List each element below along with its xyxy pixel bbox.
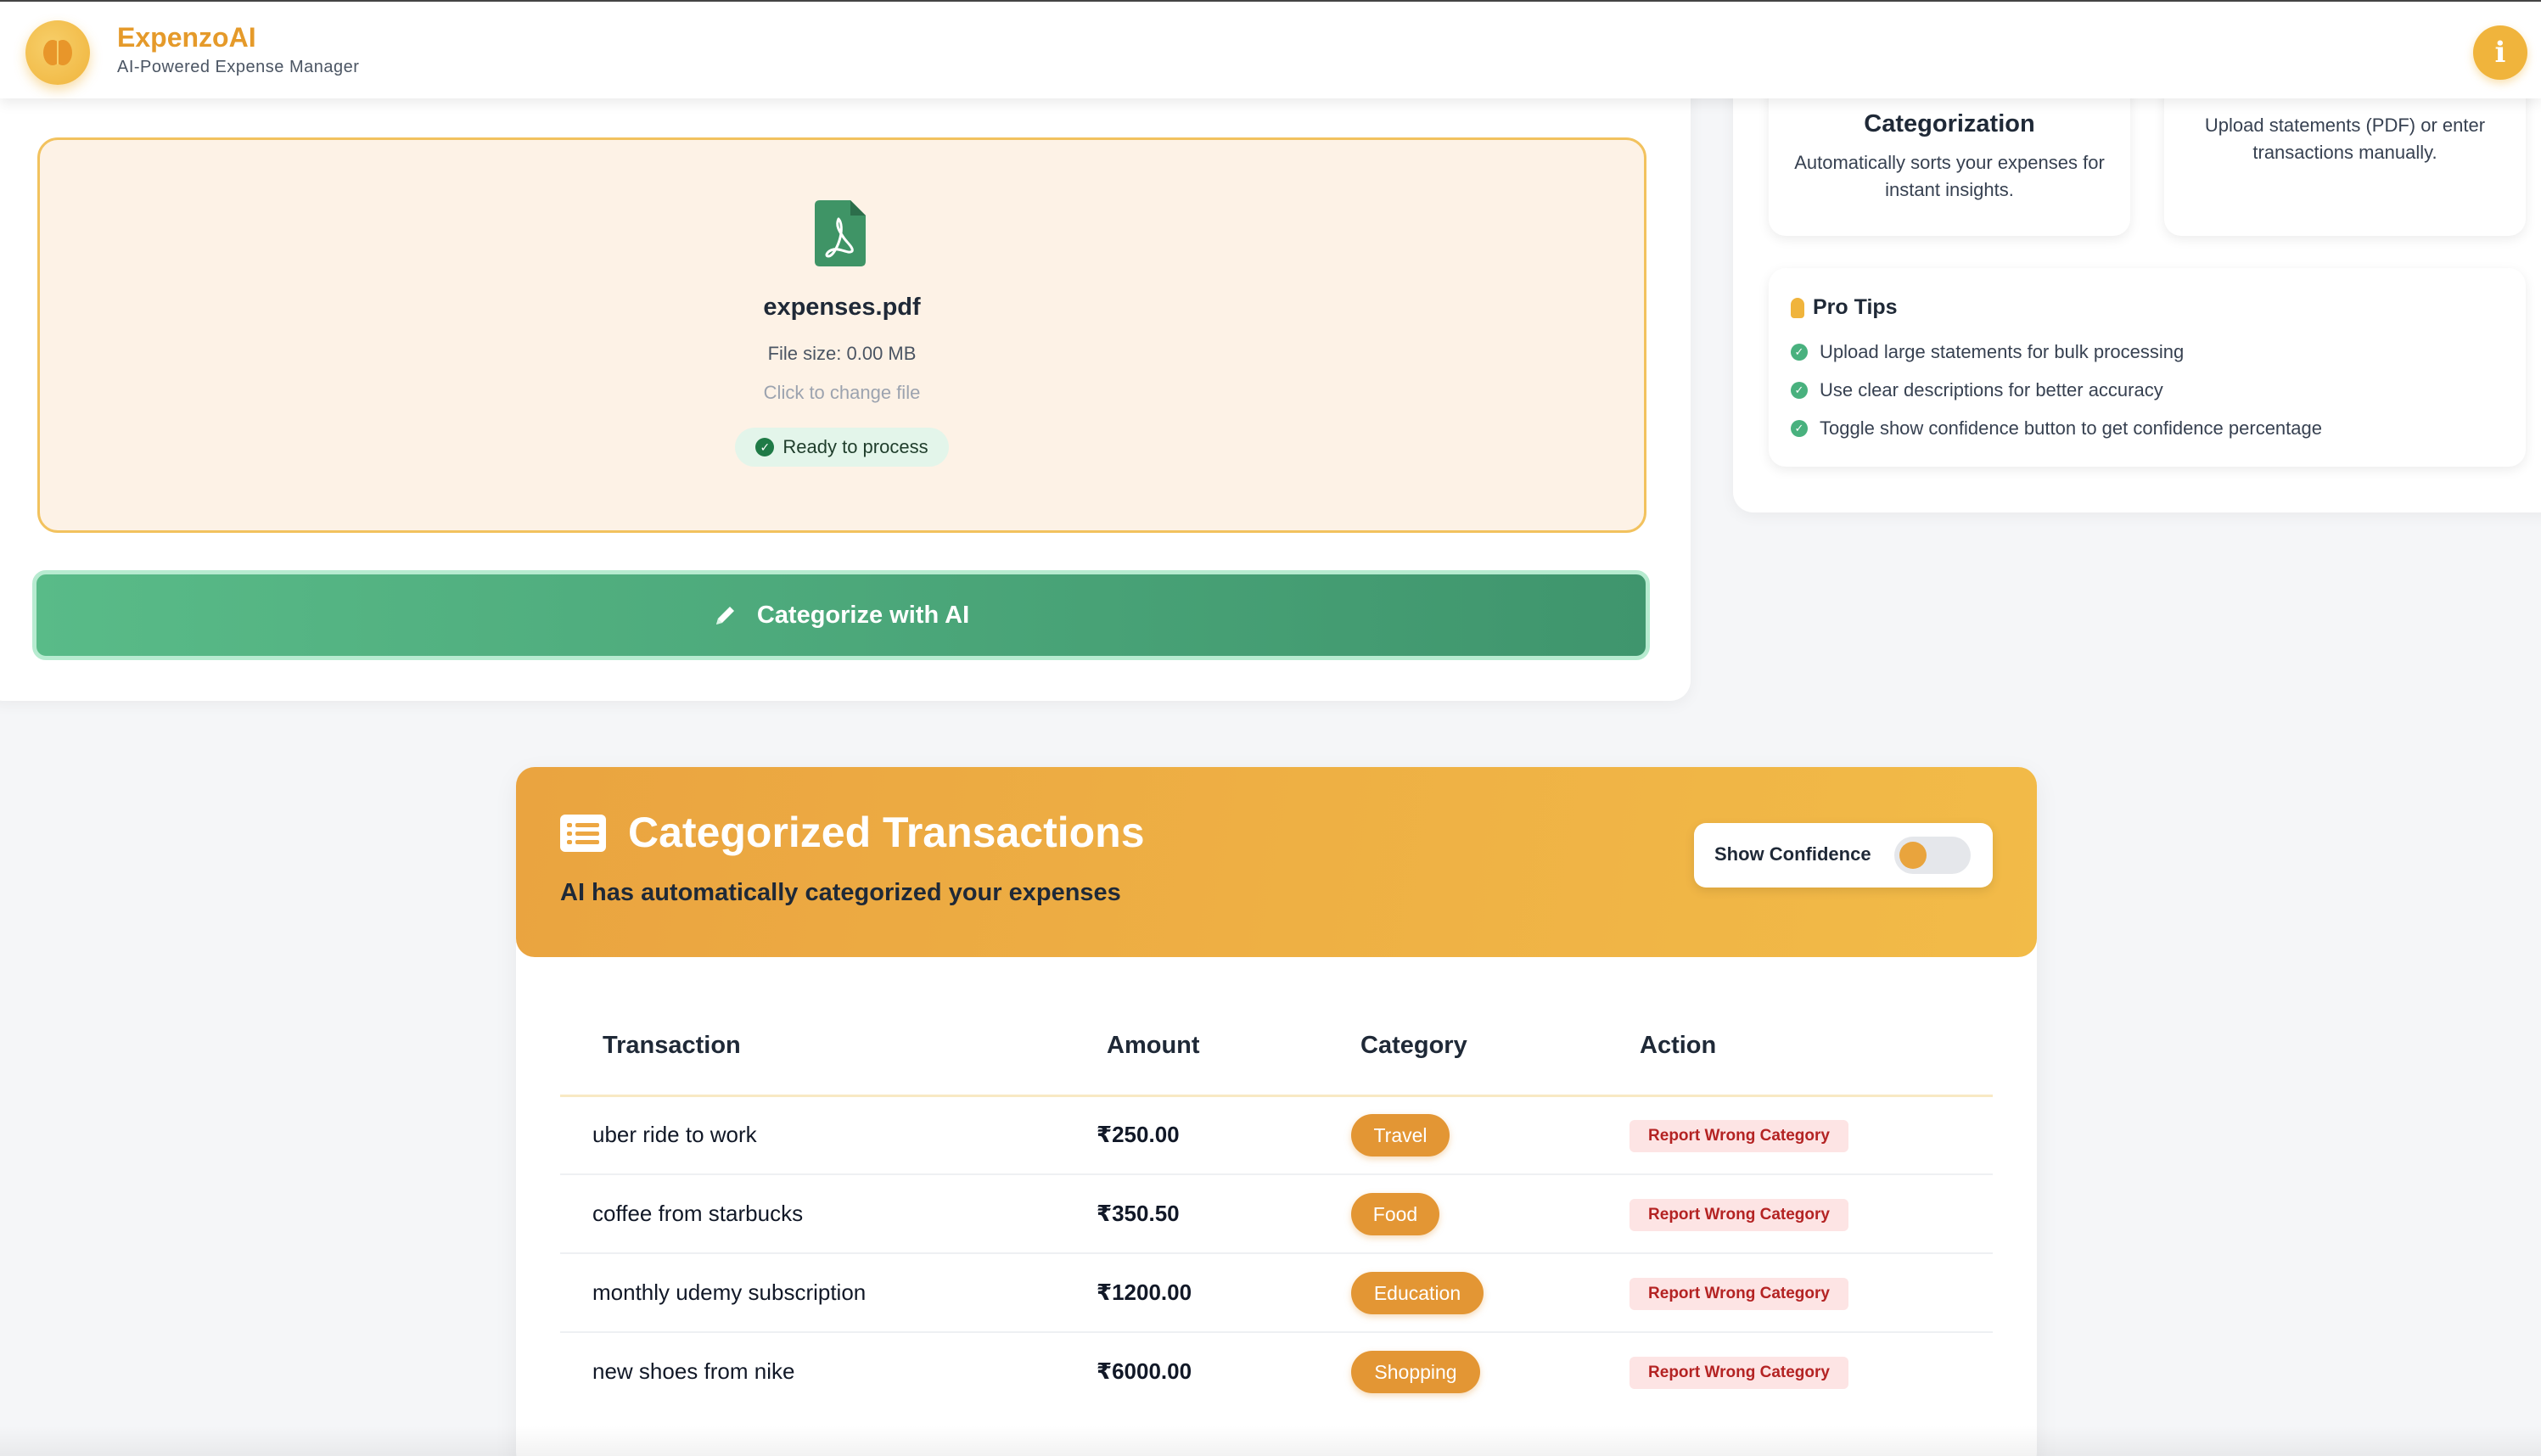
report-wrong-category-button[interactable]: Report Wrong Category: [1629, 1120, 1848, 1152]
show-confidence-toggle[interactable]: [1894, 837, 1971, 874]
check-circle-icon: ✓: [1791, 382, 1808, 399]
toggle-knob: [1899, 842, 1927, 869]
info-button[interactable]: i: [2473, 25, 2527, 80]
pdf-file-icon: [815, 200, 866, 266]
pencil-icon: [715, 607, 734, 624]
transaction-description: uber ride to work: [592, 1122, 757, 1147]
show-confidence-control: Show Confidence: [1694, 823, 1993, 888]
brain-icon[interactable]: [25, 20, 90, 85]
categorize-button-label: Categorize with AI: [756, 601, 970, 629]
lightbulb-icon: [1791, 297, 1804, 318]
transaction-description: coffee from starbucks: [592, 1201, 804, 1226]
report-wrong-category-button[interactable]: Report Wrong Category: [1629, 1357, 1848, 1389]
pro-tips-title-text: Pro Tips: [1813, 295, 1898, 319]
file-name: expenses.pdf: [763, 294, 921, 321]
feature-title: Categorization: [1864, 110, 2035, 137]
category-badge: Shopping: [1351, 1351, 1480, 1393]
row-divider: [560, 1252, 1993, 1254]
brand-name: ExpenzoAI: [117, 22, 256, 53]
transaction-description: monthly udemy subscription: [592, 1280, 867, 1305]
check-circle-icon: ✓: [1791, 344, 1808, 361]
column-header-action: Action: [1640, 1032, 1717, 1059]
category-badge: Food: [1351, 1193, 1439, 1235]
transactions-title: Categorized Transactions: [628, 809, 1145, 856]
bottom-fade: [0, 1425, 2541, 1456]
column-header-transaction: Transaction: [603, 1032, 741, 1059]
show-confidence-label: Show Confidence: [1714, 843, 1871, 865]
transaction-amount: ₹350.50: [1097, 1201, 1180, 1226]
report-wrong-category-button[interactable]: Report Wrong Category: [1629, 1278, 1848, 1310]
tip-item: ✓ Use clear descriptions for better accu…: [1791, 379, 2163, 401]
pro-tips-card: Pro Tips ✓ Upload large statements for b…: [1769, 268, 2526, 467]
file-size: File size: 0.00 MB: [767, 343, 917, 364]
list-icon: [560, 815, 606, 852]
check-circle-icon: ✓: [1791, 420, 1808, 437]
category-badge: Education: [1351, 1272, 1484, 1314]
brand-subtitle: AI-Powered Expense Manager: [117, 58, 360, 76]
transaction-amount: ₹250.00: [1097, 1122, 1180, 1147]
pro-tips-title: Pro Tips: [1791, 295, 1898, 320]
column-header-category: Category: [1360, 1032, 1467, 1059]
status-badge: ✓ Ready to process: [735, 428, 949, 467]
row-divider: [560, 1331, 1993, 1333]
status-text: Ready to process: [782, 436, 928, 457]
transactions-subtitle: AI has automatically categorized your ex…: [560, 879, 1121, 906]
transaction-description: new shoes from nike: [592, 1358, 795, 1384]
transaction-amount: ₹1200.00: [1097, 1280, 1192, 1305]
app-header: ExpenzoAI AI-Powered Expense Manager i: [0, 0, 2541, 98]
tip-item: ✓ Upload large statements for bulk proce…: [1791, 341, 2184, 363]
row-divider: [560, 1173, 1993, 1175]
tip-text: Upload large statements for bulk process…: [1820, 341, 2185, 362]
categorize-button[interactable]: Categorize with AI: [32, 570, 1650, 660]
report-wrong-category-button[interactable]: Report Wrong Category: [1629, 1199, 1848, 1231]
tip-text: Toggle show confidence button to get con…: [1820, 417, 2322, 439]
feature-description: Automatically sorts your expenses for in…: [1794, 152, 2105, 200]
table-header-divider: [560, 1095, 1993, 1097]
tip-item: ✓ Toggle show confidence button to get c…: [1791, 417, 2322, 440]
file-dropzone[interactable]: [37, 137, 1646, 533]
feature-description: Upload statements (PDF) or enter transac…: [2204, 115, 2486, 163]
tip-text: Use clear descriptions for better accura…: [1820, 379, 2163, 400]
change-file-hint[interactable]: Click to change file: [0, 382, 1684, 404]
column-header-amount: Amount: [1107, 1032, 1200, 1059]
category-badge: Travel: [1351, 1114, 1450, 1156]
check-circle-icon: ✓: [755, 438, 775, 456]
transaction-amount: ₹6000.00: [1097, 1358, 1192, 1384]
